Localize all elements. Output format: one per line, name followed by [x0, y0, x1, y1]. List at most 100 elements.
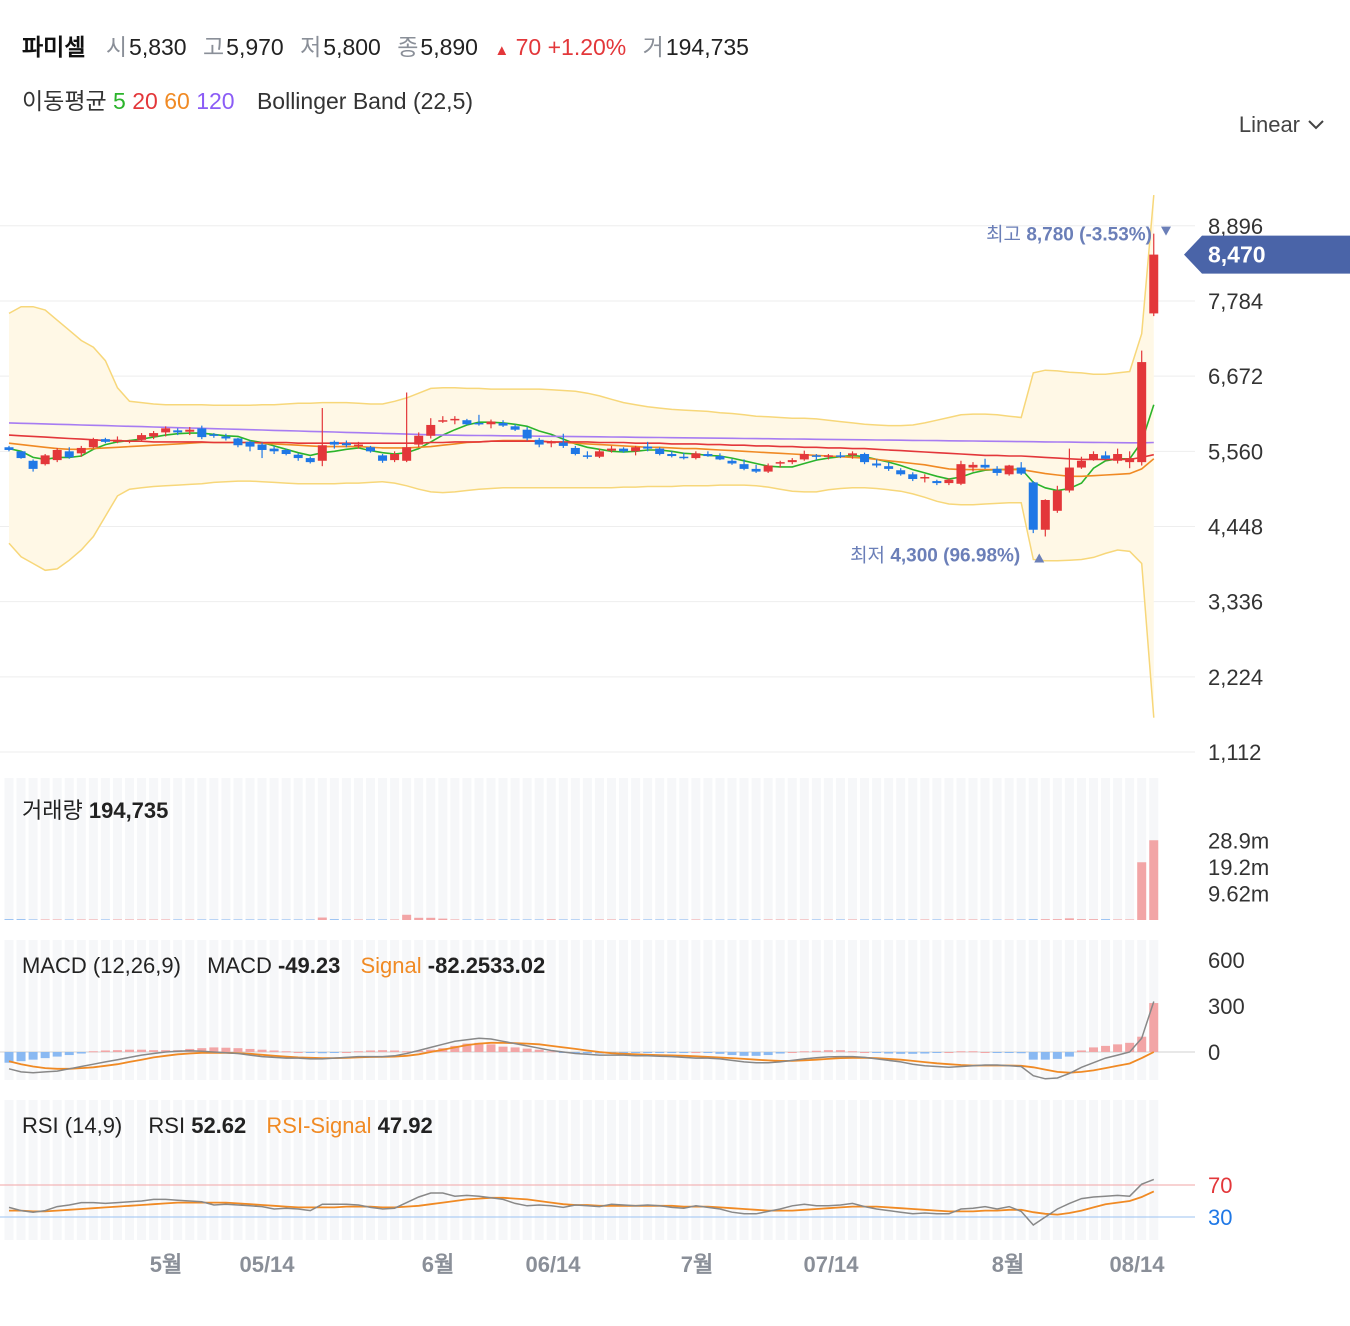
candle-body	[522, 429, 532, 439]
macd-histogram-bar	[257, 1049, 267, 1052]
candle-body	[619, 448, 629, 452]
volume-column-bg	[402, 778, 412, 920]
candle-body	[149, 433, 159, 437]
volume-bar	[88, 919, 98, 920]
volume-column-bg	[269, 778, 279, 920]
volume-bar	[727, 919, 737, 920]
volume-bar	[896, 919, 906, 920]
macd-histogram-bar	[956, 1051, 966, 1053]
high-annotation-value: 8,780 (-3.53%)	[1026, 225, 1152, 246]
macd-title: MACD (12,26,9)	[22, 953, 181, 978]
x-axis-tick-label: 08/14	[1109, 1252, 1165, 1277]
low-annotation-value: 4,300 (96.98%)	[890, 545, 1020, 566]
macd-histogram-bar	[1040, 1052, 1050, 1060]
candle-body	[1004, 465, 1014, 475]
x-axis-tick-label: 7월	[681, 1252, 713, 1277]
volume-column-bg	[607, 778, 616, 920]
macd-histogram-bar	[739, 1052, 749, 1056]
macd-histogram-bar	[715, 1052, 725, 1054]
candle-body	[450, 418, 460, 421]
volume-bar	[233, 919, 243, 920]
candle-body	[908, 474, 918, 480]
candle-body	[679, 456, 689, 459]
volume-column-bg	[787, 778, 797, 920]
macd-histogram-bar	[920, 1052, 930, 1054]
candle-body	[1125, 458, 1135, 463]
candle-body	[787, 460, 797, 463]
volume-tick-label: 9.62m	[1208, 882, 1269, 907]
candle-body	[498, 422, 508, 426]
rsi-column-bg	[823, 1100, 833, 1240]
price-tick-label: 3,336	[1208, 590, 1263, 615]
volume-column-bg	[450, 778, 460, 920]
volume-bar	[366, 919, 375, 920]
price-tick-label: 1,112	[1208, 740, 1261, 765]
macd-histogram-bar	[245, 1048, 255, 1052]
price-tick-label: 8,896	[1208, 214, 1263, 239]
rsi-column-bg	[992, 1100, 1002, 1240]
volume-panel-title: 거래량 194,735	[22, 793, 168, 825]
rsi-label: RSI	[148, 1113, 186, 1138]
x-axis-tick-label: 8월	[992, 1252, 1024, 1277]
x-axis-tick-label: 6월	[422, 1252, 454, 1277]
volume-bar	[125, 919, 134, 920]
rsi-column-bg	[908, 1100, 918, 1240]
volume-bar	[715, 919, 725, 920]
macd-histogram-bar	[1076, 1050, 1086, 1052]
volume-column-bg	[522, 778, 532, 920]
rsi-column-bg	[775, 1100, 785, 1240]
candle-body	[281, 449, 291, 455]
volume-bar	[1028, 919, 1038, 920]
volume-bar	[378, 919, 388, 920]
candle-body	[932, 481, 942, 484]
volume-bar	[450, 919, 460, 920]
macd-column-bg	[1089, 940, 1098, 1080]
macd-histogram-bar	[860, 1052, 870, 1053]
candle-body	[390, 454, 400, 461]
macd-column-bg	[932, 940, 942, 1080]
macd-histogram-bar	[643, 1052, 653, 1053]
volume-bar	[980, 919, 990, 920]
candle-body	[763, 465, 773, 472]
rsi-column-bg	[884, 1100, 894, 1240]
macd-histogram-bar	[968, 1051, 978, 1053]
volume-bar	[353, 919, 363, 920]
macd-histogram-bar	[125, 1049, 134, 1052]
volume-bar	[1004, 919, 1014, 920]
volume-bar	[1040, 919, 1050, 920]
volume-column-bg	[763, 778, 773, 920]
volume-bar	[257, 919, 267, 920]
candle-body	[775, 462, 785, 464]
volume-column-bg	[185, 778, 195, 920]
macd-column-bg	[1052, 940, 1062, 1080]
candle-body	[667, 454, 677, 457]
rsi-column-bg	[570, 1100, 580, 1240]
x-axis-tick-label: 05/14	[239, 1252, 295, 1277]
volume-bar	[799, 919, 809, 920]
candle-body	[462, 420, 472, 425]
rsi-column-bg	[1004, 1100, 1014, 1240]
macd-histogram-bar	[88, 1051, 98, 1053]
candle-body	[799, 454, 809, 460]
macd-histogram-bar	[1089, 1047, 1098, 1052]
volume-column-bg	[715, 778, 725, 920]
rsi-column-bg	[631, 1100, 641, 1240]
rsi-column-bg	[619, 1100, 629, 1240]
candle-body	[510, 426, 520, 430]
candle-body	[125, 440, 134, 442]
candle-body	[402, 447, 412, 461]
rsi-column-bg	[691, 1100, 701, 1240]
macd-column-bg	[920, 940, 930, 1080]
rsi-column-bg	[956, 1100, 966, 1240]
macd-histogram-bar	[390, 1050, 400, 1052]
volume-bar	[884, 919, 894, 920]
macd-column-bg	[1113, 940, 1123, 1080]
macd-histogram-bar	[137, 1049, 147, 1052]
candle-body	[1052, 490, 1062, 511]
volume-bar	[474, 919, 484, 920]
macd-histogram-bar	[534, 1049, 544, 1052]
macd-column-bg	[607, 940, 616, 1080]
macd-histogram-bar	[40, 1052, 50, 1059]
volume-column-bg	[4, 778, 14, 920]
candle-body	[269, 448, 279, 452]
